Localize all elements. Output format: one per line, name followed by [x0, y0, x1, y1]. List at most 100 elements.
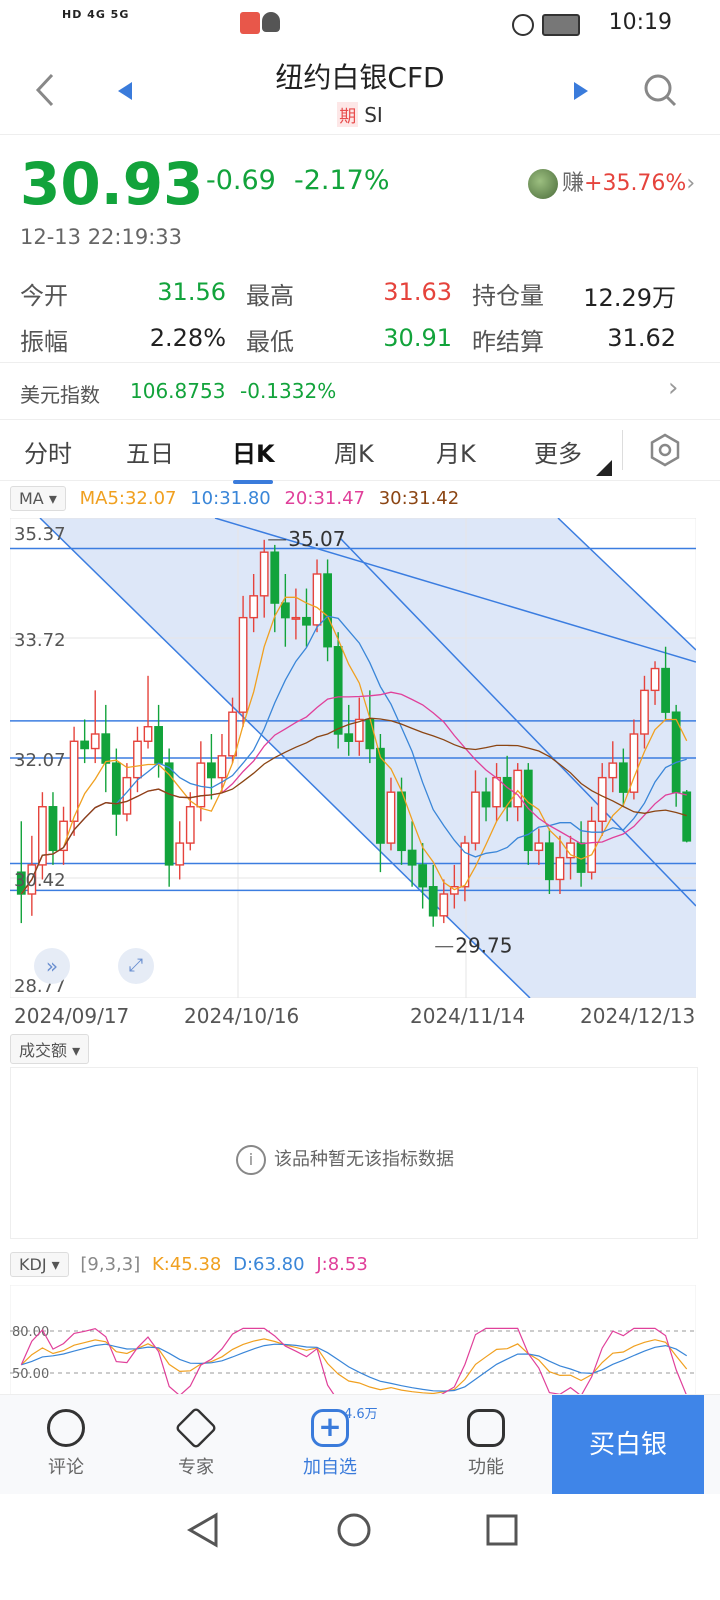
tab-five-day[interactable]: 五日: [126, 434, 174, 469]
qq-icon: [262, 12, 280, 32]
volume-selector-label: 成交额: [19, 1041, 68, 1060]
candle-body: [207, 762, 216, 779]
battery-icon: [542, 14, 580, 36]
function-button[interactable]: 功能: [436, 1409, 536, 1479]
kdj-selector-label: KDJ: [19, 1255, 47, 1274]
candle-body: [492, 776, 501, 808]
candle-body: [344, 733, 354, 742]
candle-body: [69, 740, 79, 822]
candle-body: [101, 733, 111, 764]
price-change: -0.69: [206, 165, 276, 196]
low-label: 最低: [246, 328, 294, 356]
candle-body: [291, 616, 301, 620]
info-icon: i: [236, 1145, 266, 1175]
candle-body: [386, 791, 396, 844]
nav-recents-icon[interactable]: [486, 1514, 518, 1546]
candle-body: [196, 762, 206, 808]
buy-button[interactable]: 买白银: [552, 1395, 704, 1495]
candle-body: [280, 602, 290, 619]
signal-indicators: HD 4G 5G: [62, 8, 130, 21]
volume-empty-message: i 该品种暂无该指标数据: [236, 1145, 454, 1175]
expert-button[interactable]: 专家: [146, 1406, 246, 1479]
usd-index-row[interactable]: 美元指数 106.8753 -0.1332% ›: [0, 362, 720, 420]
candlestick-chart[interactable]: 35.3733.7232.0730.4228.77 35.0729.75: [10, 518, 696, 998]
candle-body: [365, 718, 375, 750]
price-axis-label: 33.72: [14, 630, 66, 651]
chevron-right-icon: ›: [668, 373, 679, 403]
candle-body: [333, 646, 343, 735]
comment-button[interactable]: 评论: [16, 1409, 116, 1479]
profit-value: +35.76%: [584, 171, 687, 196]
open-label: 今开: [20, 282, 68, 310]
candle-body: [439, 893, 449, 917]
kdj-k: K:45.38: [151, 1254, 222, 1275]
candle-body: [80, 740, 90, 750]
amp-label: 振幅: [20, 328, 68, 356]
candle-body: [418, 864, 428, 888]
candle-body: [154, 726, 163, 764]
kdj-legend: KDJ ▾ [9,3,3] K:45.38 D:63.80 J:8.53: [10, 1252, 368, 1277]
candle-body: [471, 791, 480, 844]
settle-value: 31.62: [607, 324, 676, 352]
candle-body: [228, 711, 237, 757]
candle-body: [143, 726, 153, 742]
tab-monthly-k[interactable]: 月K: [436, 434, 476, 469]
ma20-value: 20:31.47: [284, 488, 365, 509]
oi-label: 持仓量: [472, 282, 544, 310]
expand-left-icon[interactable]: »: [34, 948, 70, 984]
comment-icon: [47, 1409, 85, 1447]
oi-value: 12.29万: [583, 284, 676, 312]
profit-badge[interactable]: 赚+35.76%›: [528, 165, 695, 199]
bottom-action-bar: 评论 专家 + 加自选 4.6万 功能 买白银: [0, 1394, 720, 1495]
function-icon: [467, 1409, 505, 1447]
tab-weekly-k[interactable]: 周K: [334, 434, 374, 469]
expert-label: 专家: [178, 1457, 214, 1478]
nav-home-icon[interactable]: [336, 1512, 372, 1548]
kdj-selector[interactable]: KDJ ▾: [10, 1252, 69, 1277]
ma30-value: 30:31.42: [378, 488, 460, 509]
candle-body: [650, 667, 660, 692]
candle-body: [133, 740, 142, 779]
price-axis-label: 32.07: [14, 750, 66, 771]
function-label: 功能: [468, 1457, 504, 1478]
candle-body: [513, 769, 523, 808]
instrument-symbol: SI: [364, 103, 383, 127]
usd-index-value: 106.8753: [130, 379, 226, 403]
ma5-value: MA5:32.07: [79, 488, 177, 509]
settle-label: 昨结算: [472, 328, 544, 356]
add-watchlist-button[interactable]: + 加自选 4.6万: [280, 1407, 380, 1479]
candle-body: [545, 842, 554, 881]
amp-value: 2.28%: [149, 324, 226, 352]
search-icon[interactable]: [642, 72, 678, 108]
candle-body: [217, 755, 227, 779]
expert-icon: [174, 1406, 218, 1450]
volume-selector[interactable]: 成交额 ▾: [10, 1034, 90, 1064]
kdj-d: D:63.80: [233, 1254, 305, 1275]
candle-body: [249, 595, 259, 619]
candle-body: [608, 762, 618, 779]
tab-daily-k[interactable]: 日K: [232, 434, 275, 484]
period-tabs: 分时 五日 日K 周K 月K 更多: [0, 420, 720, 484]
settings-icon[interactable]: [648, 433, 682, 467]
candle-body: [185, 806, 195, 844]
high-value: 31.63: [383, 278, 452, 306]
price-axis-label: 30.42: [14, 870, 66, 891]
instrument-code: 期 SI: [0, 102, 720, 127]
watchlist-count-badge: 4.6万: [344, 1407, 378, 1422]
status-bar: HD 4G 5G 10:19: [0, 0, 720, 48]
next-instrument-icon[interactable]: [572, 80, 590, 102]
ma-selector[interactable]: MA ▾: [10, 486, 66, 511]
comment-label: 评论: [48, 1457, 84, 1478]
chevron-right-icon: ›: [686, 171, 696, 196]
fullscreen-icon[interactable]: ⤢: [118, 948, 154, 984]
candle-body: [111, 762, 121, 815]
tab-intraday[interactable]: 分时: [24, 434, 72, 469]
tab-more[interactable]: 更多: [534, 434, 582, 469]
open-value: 31.56: [157, 278, 226, 306]
current-price: 30.93: [20, 150, 204, 218]
kdj-chart[interactable]: 80.00 50.00: [10, 1285, 696, 1395]
notification-icon: [240, 12, 260, 34]
profit-prefix: 赚: [562, 171, 585, 196]
candle-body: [587, 820, 597, 873]
nav-back-icon[interactable]: [186, 1512, 220, 1548]
